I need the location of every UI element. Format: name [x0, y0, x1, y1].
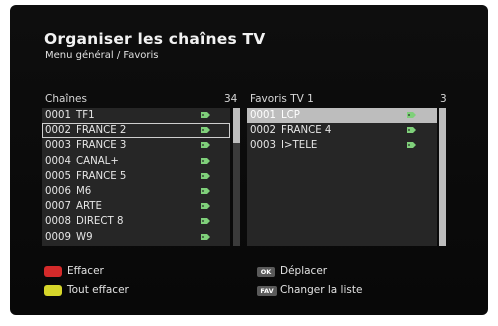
favorites-list-title: Favoris TV 1	[250, 93, 314, 105]
yellow-key-icon	[44, 285, 62, 296]
tag-icon	[407, 112, 416, 118]
changer-la-liste-label: Changer la liste	[280, 284, 363, 296]
tag-icon	[201, 127, 210, 134]
favorites-scrollbar[interactable]	[439, 108, 446, 246]
tout-effacer-label: Tout effacer	[67, 284, 129, 296]
tv-menu-screen: Organiser les chaînes TV Menu général / …	[10, 5, 488, 315]
channels-list: 0001 TF1 0002 FRANCE 2 0003 FRANCE 3 0004 CA…	[42, 108, 230, 246]
fav-button-icon: FAV	[257, 286, 277, 296]
favorites-count: 3	[440, 93, 447, 105]
channel-row[interactable]: 0004 CANAL+	[42, 154, 230, 169]
tag-icon	[201, 112, 210, 118]
channels-scroll-thumb[interactable]	[233, 108, 240, 143]
channel-row[interactable]: 0008 DIRECT 8	[42, 214, 230, 229]
favorite-row[interactable]: 0002 FRANCE 4	[247, 123, 437, 138]
favorite-row[interactable]: 0001 LCP	[247, 108, 437, 124]
favorite-row[interactable]: 0003 I>TELE	[247, 138, 437, 153]
tag-icon	[201, 187, 210, 194]
tag-icon	[407, 142, 416, 149]
tag-icon	[407, 127, 416, 134]
favorites-scroll-thumb[interactable]	[439, 108, 446, 246]
tag-icon	[201, 142, 210, 149]
favorites-list: 0001 LCP 0002 FRANCE 4 0003 I>TELE	[247, 108, 437, 246]
channel-row[interactable]: 0002 FRANCE 2	[42, 123, 230, 139]
channel-row[interactable]: 0007 ARTE	[42, 199, 230, 214]
tag-icon	[201, 172, 210, 179]
breadcrumb: Menu général / Favoris	[45, 50, 159, 61]
tag-icon	[201, 203, 210, 210]
channels-list-title: Chaînes	[45, 93, 87, 105]
channel-row[interactable]: 0003 FRANCE 3	[42, 138, 230, 153]
channel-row[interactable]: 0005 FRANCE 5	[42, 169, 230, 184]
effacer-label: Effacer	[67, 265, 104, 277]
channels-scrollbar[interactable]	[233, 108, 240, 246]
red-key-icon	[44, 266, 62, 277]
channel-row[interactable]: 0001 TF1	[42, 108, 230, 123]
tag-icon	[201, 218, 210, 225]
channel-row[interactable]: 0009 W9	[42, 230, 230, 245]
tag-icon	[201, 157, 210, 164]
channels-count: 34	[224, 93, 238, 105]
ok-button-icon: OK	[257, 267, 275, 277]
channel-row[interactable]: 0006 M6	[42, 184, 230, 199]
deplacer-label: Déplacer	[280, 265, 328, 277]
tag-icon	[201, 233, 210, 240]
page-title: Organiser les chaînes TV	[44, 30, 266, 48]
